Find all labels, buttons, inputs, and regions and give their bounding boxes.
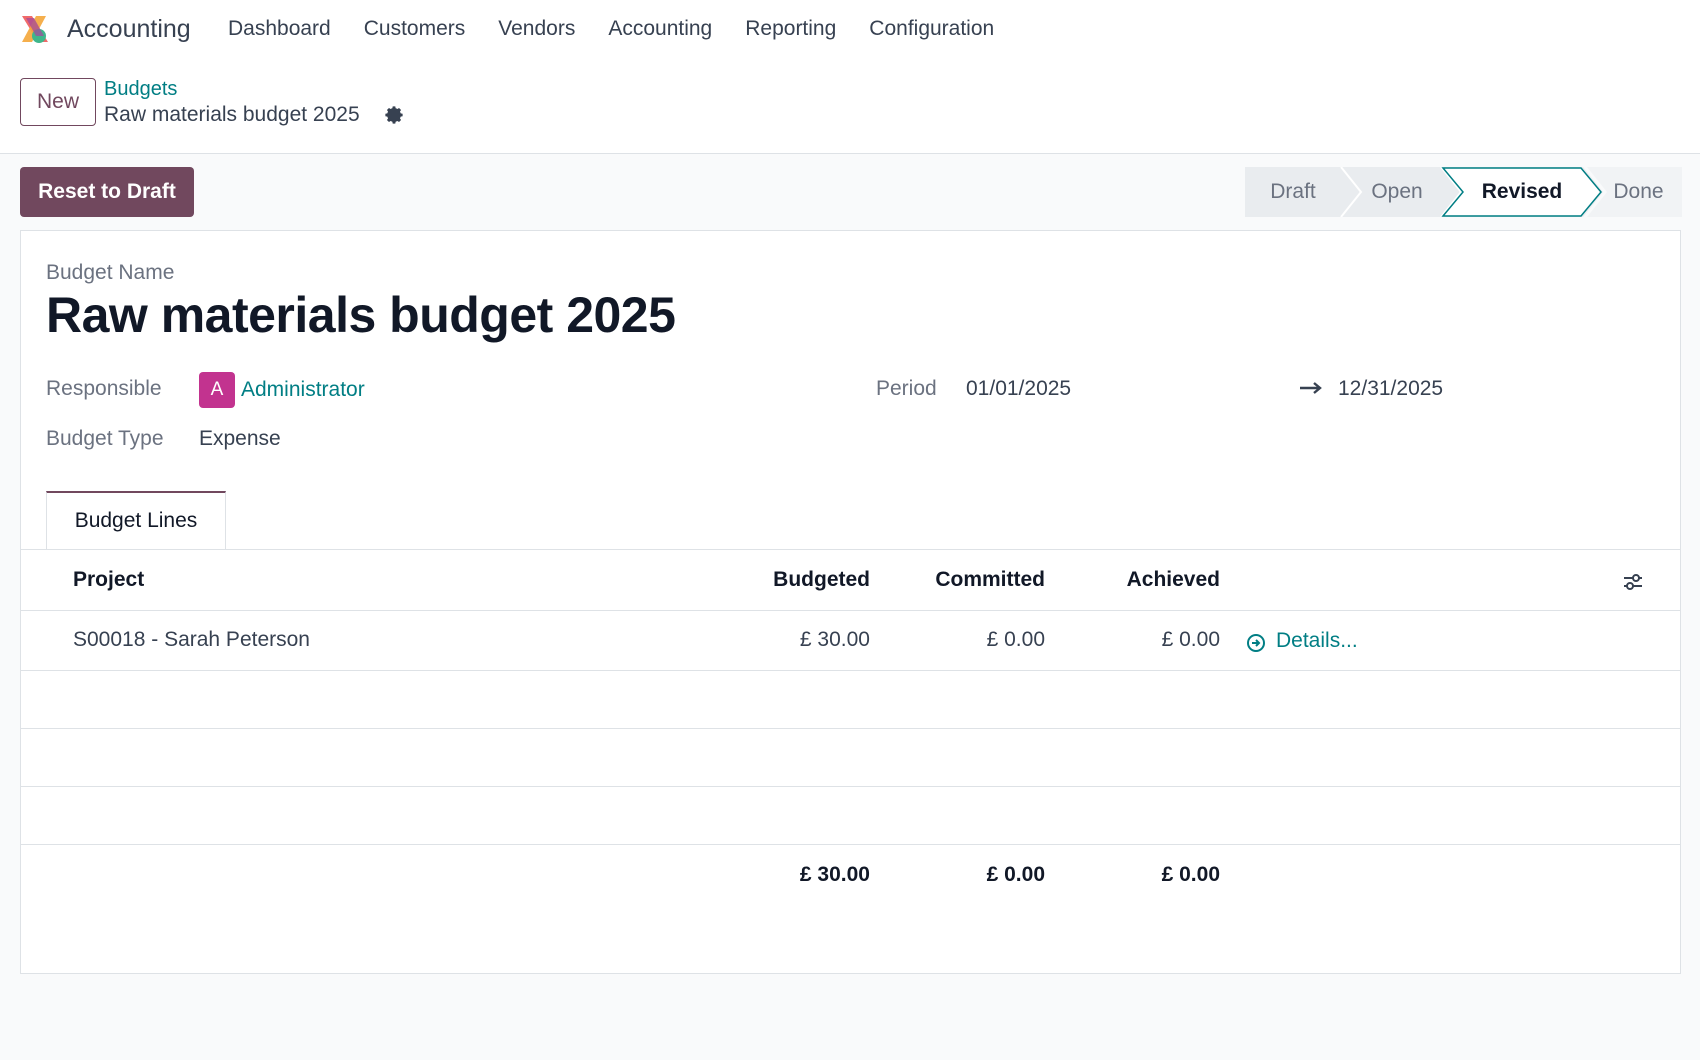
table-footer: £ 30.00 £ 0.00 £ 0.00 [21, 845, 1680, 905]
period-label: Period [876, 377, 937, 400]
total-budgeted: £ 30.00 [799, 863, 870, 886]
total-committed: £ 0.00 [986, 863, 1045, 886]
top-navbar: Accounting Dashboard Customers Vendors A… [0, 0, 1700, 60]
arrow-right-icon [1300, 382, 1322, 394]
app-name[interactable]: Accounting [67, 15, 191, 44]
stage-open[interactable]: Open [1349, 167, 1445, 217]
period-start-field[interactable]: 01/01/2025 [966, 377, 1071, 401]
table-header: Project Budgeted Committed Achieved [21, 550, 1680, 611]
menu-reporting[interactable]: Reporting [745, 17, 836, 41]
responsible-field[interactable]: Administrator [241, 378, 365, 402]
budget-type-field[interactable]: Expense [199, 427, 281, 451]
row-committed: £ 0.00 [986, 628, 1045, 651]
total-achieved: £ 0.00 [1161, 863, 1220, 886]
menu-configuration[interactable]: Configuration [869, 17, 994, 41]
budget-name-field[interactable]: Raw materials budget 2025 [46, 286, 676, 344]
stage-draft[interactable]: Draft [1245, 167, 1341, 217]
new-button[interactable]: New [20, 78, 96, 126]
stage-done[interactable]: Done [1595, 167, 1682, 217]
col-project[interactable]: Project [73, 568, 144, 592]
empty-row [21, 671, 1680, 729]
col-achieved[interactable]: Achieved [1127, 568, 1220, 592]
optional-columns-icon[interactable] [1622, 571, 1644, 593]
col-budgeted[interactable]: Budgeted [773, 568, 870, 592]
accounting-app-icon[interactable] [18, 12, 52, 46]
row-project: S00018 - Sarah Peterson [73, 628, 310, 651]
gear-icon[interactable] [383, 104, 405, 126]
control-panel: New Budgets Raw materials budget 2025 [0, 60, 1700, 154]
form-sheet: Budget Name Raw materials budget 2025 Re… [20, 230, 1681, 974]
table-row[interactable]: S00018 - Sarah Peterson £ 30.00 £ 0.00 £… [21, 611, 1680, 671]
row-budgeted: £ 30.00 [799, 628, 870, 651]
breadcrumb-current: Raw materials budget 2025 [104, 103, 360, 126]
row-achieved: £ 0.00 [1161, 628, 1220, 651]
reset-to-draft-button[interactable]: Reset to Draft [20, 167, 194, 217]
breadcrumb-budgets[interactable]: Budgets [104, 78, 177, 101]
details-link[interactable]: Details... [1276, 629, 1358, 653]
tab-budget-lines[interactable]: Budget Lines [46, 491, 226, 549]
menu-customers[interactable]: Customers [364, 17, 466, 41]
status-bar: Draft Open Revised Done [1245, 167, 1682, 217]
menu-dashboard[interactable]: Dashboard [228, 17, 331, 41]
budget-type-label: Budget Type [46, 427, 164, 450]
empty-row [21, 729, 1680, 787]
avatar[interactable]: A [199, 372, 235, 408]
col-committed[interactable]: Committed [935, 568, 1045, 592]
main-menu: Dashboard Customers Vendors Accounting R… [228, 17, 1027, 41]
menu-vendors[interactable]: Vendors [498, 17, 575, 41]
empty-row [21, 787, 1680, 845]
stage-revised[interactable]: Revised [1457, 167, 1587, 217]
responsible-label: Responsible [46, 377, 162, 400]
arrow-circle-right-icon[interactable] [1246, 633, 1266, 653]
menu-accounting[interactable]: Accounting [608, 17, 712, 41]
budget-name-label: Budget Name [46, 261, 175, 284]
period-end-field[interactable]: 12/31/2025 [1338, 377, 1443, 401]
